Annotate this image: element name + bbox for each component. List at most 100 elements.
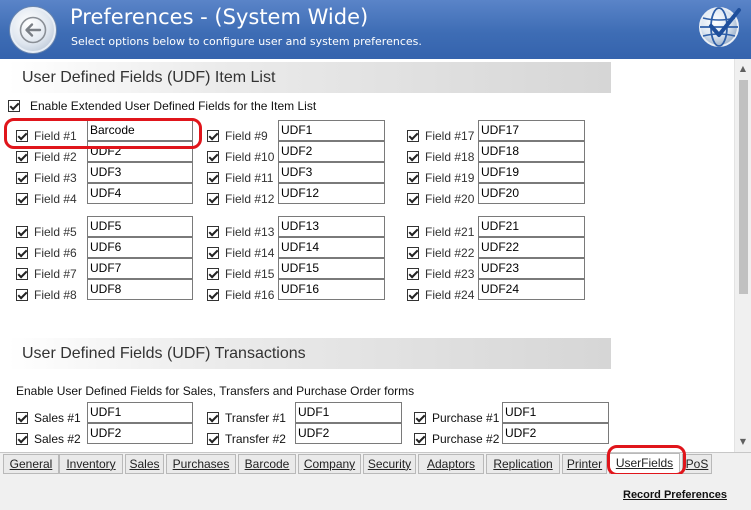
- tab-printer-label: Printer: [566, 457, 603, 471]
- footer: Record Preferences: [0, 474, 751, 510]
- vertical-scrollbar[interactable]: ▲ ▼: [734, 59, 751, 452]
- field-19-checkbox[interactable]: [407, 172, 419, 184]
- transfer-2-label: Transfer #2: [225, 432, 286, 446]
- transfer-1-input[interactable]: UDF1: [295, 402, 402, 423]
- field-3-input[interactable]: UDF3: [87, 162, 193, 183]
- sales-2-checkbox[interactable]: [16, 433, 28, 445]
- field-5-checkbox[interactable]: [16, 226, 28, 238]
- enable-extended-udf-checkbox[interactable]: [8, 100, 20, 112]
- sales-1-label: Sales #1: [34, 411, 81, 425]
- section-header-udf-transactions: User Defined Fields (UDF) Transactions: [8, 338, 611, 369]
- field-2-checkbox[interactable]: [16, 151, 28, 163]
- field-23-checkbox[interactable]: [407, 268, 419, 280]
- field-21-input[interactable]: UDF21: [478, 216, 585, 237]
- field-13-checkbox[interactable]: [207, 226, 219, 238]
- field-13-label: Field #13: [225, 225, 275, 239]
- field-19-input[interactable]: UDF19: [478, 162, 585, 183]
- field-7-checkbox[interactable]: [16, 268, 28, 280]
- field-9-checkbox[interactable]: [207, 130, 219, 142]
- tab-printer[interactable]: Printer: [562, 454, 607, 474]
- sales-1-checkbox[interactable]: [16, 412, 28, 424]
- field-24-label: Field #24: [425, 288, 475, 302]
- field-14-checkbox[interactable]: [207, 247, 219, 259]
- tab-barcode[interactable]: Barcode: [238, 454, 296, 474]
- field-4-input[interactable]: UDF4: [87, 183, 193, 204]
- field-18-input[interactable]: UDF18: [478, 141, 585, 162]
- tab-security-label: Security: [367, 457, 412, 471]
- tab-inventory[interactable]: Inventory: [59, 454, 123, 474]
- transfer-1-label: Transfer #1: [225, 411, 286, 425]
- field-9-input[interactable]: UDF1: [278, 120, 385, 141]
- tab-pos[interactable]: PoS: [682, 454, 712, 474]
- field-8-input[interactable]: UDF8: [87, 279, 193, 300]
- tab-purchases[interactable]: Purchases: [166, 454, 236, 474]
- field-6-checkbox[interactable]: [16, 247, 28, 259]
- tab-company-label: Company: [303, 457, 356, 471]
- field-16-label: Field #16: [225, 288, 275, 302]
- field-22-label: Field #22: [425, 246, 475, 260]
- tab-security[interactable]: Security: [363, 454, 416, 474]
- purchase-1-checkbox[interactable]: [414, 412, 426, 424]
- field-17-checkbox[interactable]: [407, 130, 419, 142]
- field-24-input[interactable]: UDF24: [478, 279, 585, 300]
- field-15-checkbox[interactable]: [207, 268, 219, 280]
- field-8-checkbox[interactable]: [16, 289, 28, 301]
- field-11-input[interactable]: UDF3: [278, 162, 385, 183]
- transfer-2-input[interactable]: UDF2: [295, 423, 402, 444]
- field-9-label: Field #9: [225, 129, 268, 143]
- field-10-checkbox[interactable]: [207, 151, 219, 163]
- tab-replication-label: Replication: [493, 457, 553, 471]
- field-17-input[interactable]: UDF17: [478, 120, 585, 141]
- field-22-input[interactable]: UDF22: [478, 237, 585, 258]
- tab-general-label: General: [9, 457, 53, 471]
- scroll-down-arrow-icon[interactable]: ▼: [735, 434, 751, 450]
- purchase-1-input[interactable]: UDF1: [502, 402, 609, 423]
- field-14-input[interactable]: UDF14: [278, 237, 385, 258]
- transfer-1-checkbox[interactable]: [207, 412, 219, 424]
- field-6-input[interactable]: UDF6: [87, 237, 193, 258]
- field-20-checkbox[interactable]: [407, 193, 419, 205]
- field-3-label: Field #3: [34, 171, 77, 185]
- record-preferences-link[interactable]: Record Preferences: [623, 489, 727, 501]
- field-24-checkbox[interactable]: [407, 289, 419, 301]
- field-13-input[interactable]: UDF13: [278, 216, 385, 237]
- purchase-2-input[interactable]: UDF2: [502, 423, 609, 444]
- field-10-label: Field #10: [225, 150, 275, 164]
- field-7-label: Field #7: [34, 267, 77, 281]
- tab-general[interactable]: General: [3, 454, 59, 474]
- field-21-checkbox[interactable]: [407, 226, 419, 238]
- field-16-checkbox[interactable]: [207, 289, 219, 301]
- tab-adaptors[interactable]: Adaptors: [418, 454, 484, 474]
- sales-1-input[interactable]: UDF1: [87, 402, 193, 423]
- tab-sales[interactable]: Sales: [125, 454, 164, 474]
- transfer-2-checkbox[interactable]: [207, 433, 219, 445]
- field-10-input[interactable]: UDF2: [278, 141, 385, 162]
- field-5-input[interactable]: UDF5: [87, 216, 193, 237]
- sales-2-input[interactable]: UDF2: [87, 423, 193, 444]
- field-4-label: Field #4: [34, 192, 77, 206]
- field-22-checkbox[interactable]: [407, 247, 419, 259]
- tab-replication[interactable]: Replication: [486, 454, 560, 474]
- scroll-up-arrow-icon[interactable]: ▲: [735, 61, 751, 77]
- tab-sales-label: Sales: [129, 457, 160, 471]
- purchase-1-label: Purchase #1: [432, 411, 500, 425]
- field-23-input[interactable]: UDF23: [478, 258, 585, 279]
- field-11-checkbox[interactable]: [207, 172, 219, 184]
- field-5-label: Field #5: [34, 225, 77, 239]
- field-16-input[interactable]: UDF16: [278, 279, 385, 300]
- field-20-input[interactable]: UDF20: [478, 183, 585, 204]
- field-3-checkbox[interactable]: [16, 172, 28, 184]
- scroll-thumb[interactable]: [739, 80, 748, 294]
- field-12-checkbox[interactable]: [207, 193, 219, 205]
- field-4-checkbox[interactable]: [16, 193, 28, 205]
- back-button[interactable]: [10, 7, 56, 53]
- tab-company[interactable]: Company: [298, 454, 361, 474]
- field-15-input[interactable]: UDF15: [278, 258, 385, 279]
- field-12-input[interactable]: UDF12: [278, 183, 385, 204]
- purchase-2-checkbox[interactable]: [414, 433, 426, 445]
- field-18-label: Field #18: [425, 150, 475, 164]
- field-18-checkbox[interactable]: [407, 151, 419, 163]
- tab-pos-label: PoS: [685, 457, 709, 471]
- field-23-label: Field #23: [425, 267, 475, 281]
- field-7-input[interactable]: UDF7: [87, 258, 193, 279]
